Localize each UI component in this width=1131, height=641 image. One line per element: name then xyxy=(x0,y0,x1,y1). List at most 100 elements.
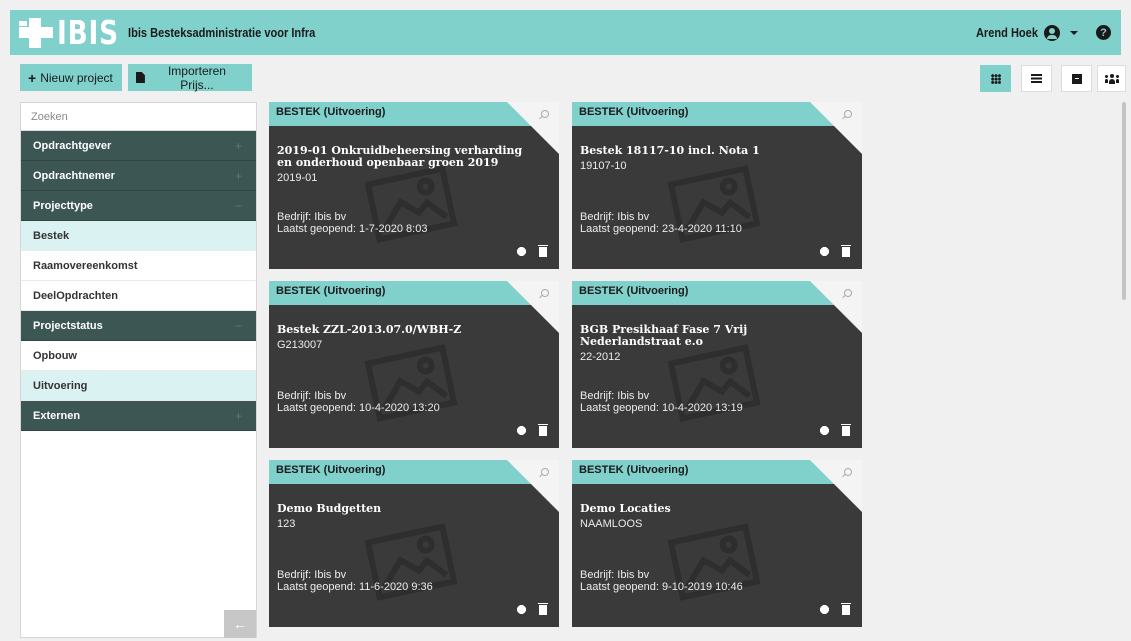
company-text: Bedrijf: Ibis bv xyxy=(277,569,347,581)
last-opened-text: Laatst geopend: 10-4-2020 13:20 xyxy=(277,402,440,414)
grid-icon xyxy=(990,73,1001,84)
archive-icon xyxy=(1071,73,1082,84)
zoom-icon[interactable] xyxy=(844,468,852,476)
users-icon xyxy=(1104,73,1119,84)
last-opened-text: Laatst geopend: 11-6-2020 9:36 xyxy=(277,581,433,593)
project-card[interactable]: BESTEK (Uitvoering) Demo Budgetten 123 Bedr… xyxy=(269,460,559,627)
filter-group-opdrachtgever[interactable]: Opdrachtgever + xyxy=(21,131,256,161)
project-code: 22-2012 xyxy=(580,351,621,363)
card-meta: Bedrijf: Ibis bv Laatst geopend: 11-6-202… xyxy=(277,569,433,593)
company-text: Bedrijf: Ibis bv xyxy=(580,569,650,581)
filter-label: Opdrachtgever xyxy=(33,139,112,152)
trash-icon[interactable] xyxy=(538,245,548,257)
filter-label: Projectstatus xyxy=(33,319,103,332)
project-card[interactable]: BESTEK (Uitvoering) Demo Locaties NAAMLOOS… xyxy=(572,460,862,627)
filter-sidebar: Opdrachtgever + Opdrachtnemer + Projectt… xyxy=(20,102,257,638)
filter-item-uitvoering[interactable]: Uitvoering xyxy=(21,371,256,401)
company-text: Bedrijf: Ibis bv xyxy=(580,211,650,223)
expand-icon: + xyxy=(234,168,242,183)
gear-icon[interactable] xyxy=(819,604,830,615)
card-title-block: Bestek 18117-10 incl. Nota 1 19107-10 xyxy=(580,144,840,173)
project-title: Demo Locaties xyxy=(580,502,671,515)
project-title: Bestek 18117-10 incl. Nota 1 xyxy=(580,144,760,157)
filter-item-deelopdrachten[interactable]: DeelOpdrachten xyxy=(21,281,256,311)
gear-icon[interactable] xyxy=(516,246,527,257)
gear-icon[interactable] xyxy=(516,425,527,436)
card-title-block: Demo Budgetten 123 xyxy=(277,502,537,531)
filter-label: Opbouw xyxy=(33,349,77,362)
company-text: Bedrijf: Ibis bv xyxy=(580,390,650,402)
filter-label: Externen xyxy=(33,409,81,422)
collapse-icon: − xyxy=(234,198,242,213)
project-code: 2019-01 xyxy=(277,172,318,184)
expand-icon: + xyxy=(234,408,242,423)
project-title: BGB Presikhaaf Fase 7 Vrij Nederlandstra… xyxy=(580,323,748,348)
zoom-icon[interactable] xyxy=(541,289,549,297)
ibis-logo[interactable]: IBIS xyxy=(19,10,134,55)
project-code: 19107-10 xyxy=(580,160,627,172)
search-input[interactable] xyxy=(21,103,256,131)
card-meta: Bedrijf: Ibis bv Laatst geopend: 10-4-202… xyxy=(580,390,743,414)
user-circle-icon[interactable] xyxy=(1044,24,1060,41)
filter-label: Raamovereenkomst xyxy=(33,259,138,272)
project-card[interactable]: BESTEK (Uitvoering) Bestek ZZL-2013.07.0/… xyxy=(269,281,559,448)
new-project-button[interactable]: + Nieuw project xyxy=(20,64,122,91)
import-label: Importeren Prijs... xyxy=(167,63,226,92)
card-meta: Bedrijf: Ibis bv Laatst geopend: 23-4-202… xyxy=(580,211,742,235)
filter-group-externen[interactable]: Externen + xyxy=(21,401,256,431)
collapse-sidebar-button[interactable]: ← xyxy=(224,610,256,638)
archive-button[interactable] xyxy=(1061,65,1092,92)
project-code: G213007 xyxy=(277,339,323,351)
project-card[interactable]: BESTEK (Uitvoering) 2019-01 Onkruidbeheer… xyxy=(269,102,559,269)
gear-icon[interactable] xyxy=(819,246,830,257)
zoom-icon[interactable] xyxy=(844,110,852,118)
card-actions xyxy=(516,245,548,257)
app-title: Ibis Besteksadministratie voor Infra xyxy=(128,25,316,40)
trash-icon[interactable] xyxy=(538,424,548,436)
user-name[interactable]: Arend Hoek xyxy=(976,25,1038,40)
card-meta: Bedrijf: Ibis bv Laatst geopend: 9-10-201… xyxy=(580,569,743,593)
scrollbar[interactable] xyxy=(1122,102,1126,300)
card-title-block: Demo Locaties NAAMLOOS xyxy=(580,502,840,531)
project-title: Bestek ZZL-2013.07.0/WBH-Z xyxy=(277,323,462,336)
filter-list: Opdrachtgever + Opdrachtnemer + Projectt… xyxy=(21,131,256,431)
trash-icon[interactable] xyxy=(841,245,851,257)
trash-icon[interactable] xyxy=(841,603,851,615)
filter-item-bestek[interactable]: Bestek xyxy=(21,221,256,251)
filter-group-opdrachtnemer[interactable]: Opdrachtnemer + xyxy=(21,161,256,191)
chevron-down-icon[interactable] xyxy=(1070,30,1078,35)
list-view-button[interactable] xyxy=(1021,65,1052,92)
expand-icon: + xyxy=(234,138,242,153)
zoom-icon[interactable] xyxy=(541,468,549,476)
trash-icon[interactable] xyxy=(841,424,851,436)
filter-item-opbouw[interactable]: Opbouw xyxy=(21,341,256,371)
file-icon xyxy=(136,72,145,83)
last-opened-text: Laatst geopend: 9-10-2019 10:46 xyxy=(580,581,743,593)
project-card[interactable]: BESTEK (Uitvoering) BGB Presikhaaf Fase 7… xyxy=(572,281,862,448)
last-opened-text: Laatst geopend: 23-4-2020 11:10 xyxy=(580,223,742,235)
help-icon[interactable]: ? xyxy=(1096,25,1111,40)
zoom-icon[interactable] xyxy=(844,289,852,297)
grid-view-button[interactable] xyxy=(980,65,1011,92)
logo-cross-icon xyxy=(19,17,53,48)
zoom-icon[interactable] xyxy=(541,110,549,118)
logo-text: IBIS xyxy=(57,12,119,52)
filter-item-raamovereenkomst[interactable]: Raamovereenkomst xyxy=(21,251,256,281)
project-title: 2019-01 Onkruidbeheersing verharding en … xyxy=(277,144,523,169)
filter-group-projecttype[interactable]: Projecttype − xyxy=(21,191,256,221)
last-opened-text: Laatst geopend: 1-7-2020 8:03 xyxy=(277,223,428,235)
project-card[interactable]: BESTEK (Uitvoering) Bestek 18117-10 incl.… xyxy=(572,102,862,269)
filter-label: Bestek xyxy=(33,229,70,242)
trash-icon[interactable] xyxy=(538,603,548,615)
filter-group-projectstatus[interactable]: Projectstatus − xyxy=(21,311,256,341)
users-button[interactable] xyxy=(1097,65,1126,92)
import-prices-button[interactable]: Importeren Prijs... xyxy=(128,63,252,92)
card-meta: Bedrijf: Ibis bv Laatst geopend: 10-4-202… xyxy=(277,390,440,414)
card-actions xyxy=(819,603,851,615)
filter-label: Uitvoering xyxy=(33,379,88,392)
gear-icon[interactable] xyxy=(516,604,527,615)
gear-icon[interactable] xyxy=(819,425,830,436)
project-title: Demo Budgetten xyxy=(277,502,382,515)
user-menu[interactable]: Arend Hoek ? xyxy=(965,10,1111,55)
collapse-icon: − xyxy=(234,318,242,333)
